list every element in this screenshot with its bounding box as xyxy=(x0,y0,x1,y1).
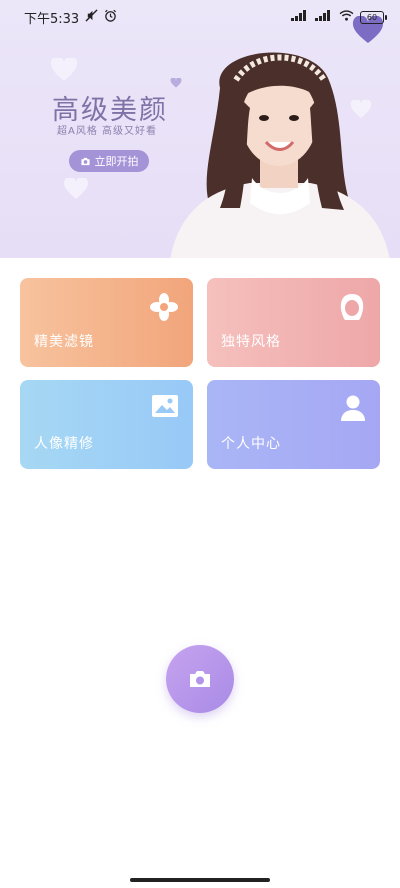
feature-label: 精美滤镜 xyxy=(34,334,94,350)
battery-indicator: 60 xyxy=(360,10,387,24)
feature-card-styles[interactable]: 独特风格 xyxy=(207,278,380,367)
alarm-icon xyxy=(104,9,117,26)
signal-icon xyxy=(315,10,333,24)
feature-card-retouch[interactable]: 人像精修 xyxy=(20,380,193,469)
status-time: 下午5:33 xyxy=(24,11,80,27)
model-portrait xyxy=(170,52,390,258)
shoot-now-label: 立即开拍 xyxy=(94,155,139,168)
feature-label: 独特风格 xyxy=(221,334,281,350)
feature-label: 人像精修 xyxy=(34,436,94,452)
feature-card-filters[interactable]: 精美滤镜 xyxy=(20,278,193,367)
image-icon xyxy=(151,394,179,422)
signal-icon xyxy=(291,10,309,24)
heart-icon xyxy=(50,58,78,81)
home-indicator[interactable] xyxy=(130,878,270,882)
camera-icon xyxy=(80,157,90,165)
person-icon xyxy=(340,394,366,426)
banner-subtitle: 超A风格 高级又好看 xyxy=(57,126,158,137)
hero-banner[interactable]: 下午5:33 60 高级美颜 超A风格 高级又好看 立即开拍 xyxy=(0,0,400,258)
hair-style-icon xyxy=(338,292,366,326)
camera-icon xyxy=(190,671,210,687)
shoot-now-button[interactable]: 立即开拍 xyxy=(69,150,149,172)
mute-icon xyxy=(85,8,98,26)
camera-button[interactable] xyxy=(166,645,234,713)
wifi-icon xyxy=(339,10,354,24)
feature-card-profile[interactable]: 个人中心 xyxy=(207,380,380,469)
flower-icon xyxy=(149,292,179,326)
heart-icon xyxy=(64,178,88,200)
status-bar: 下午5:33 60 xyxy=(0,0,400,34)
feature-label: 个人中心 xyxy=(221,436,281,452)
